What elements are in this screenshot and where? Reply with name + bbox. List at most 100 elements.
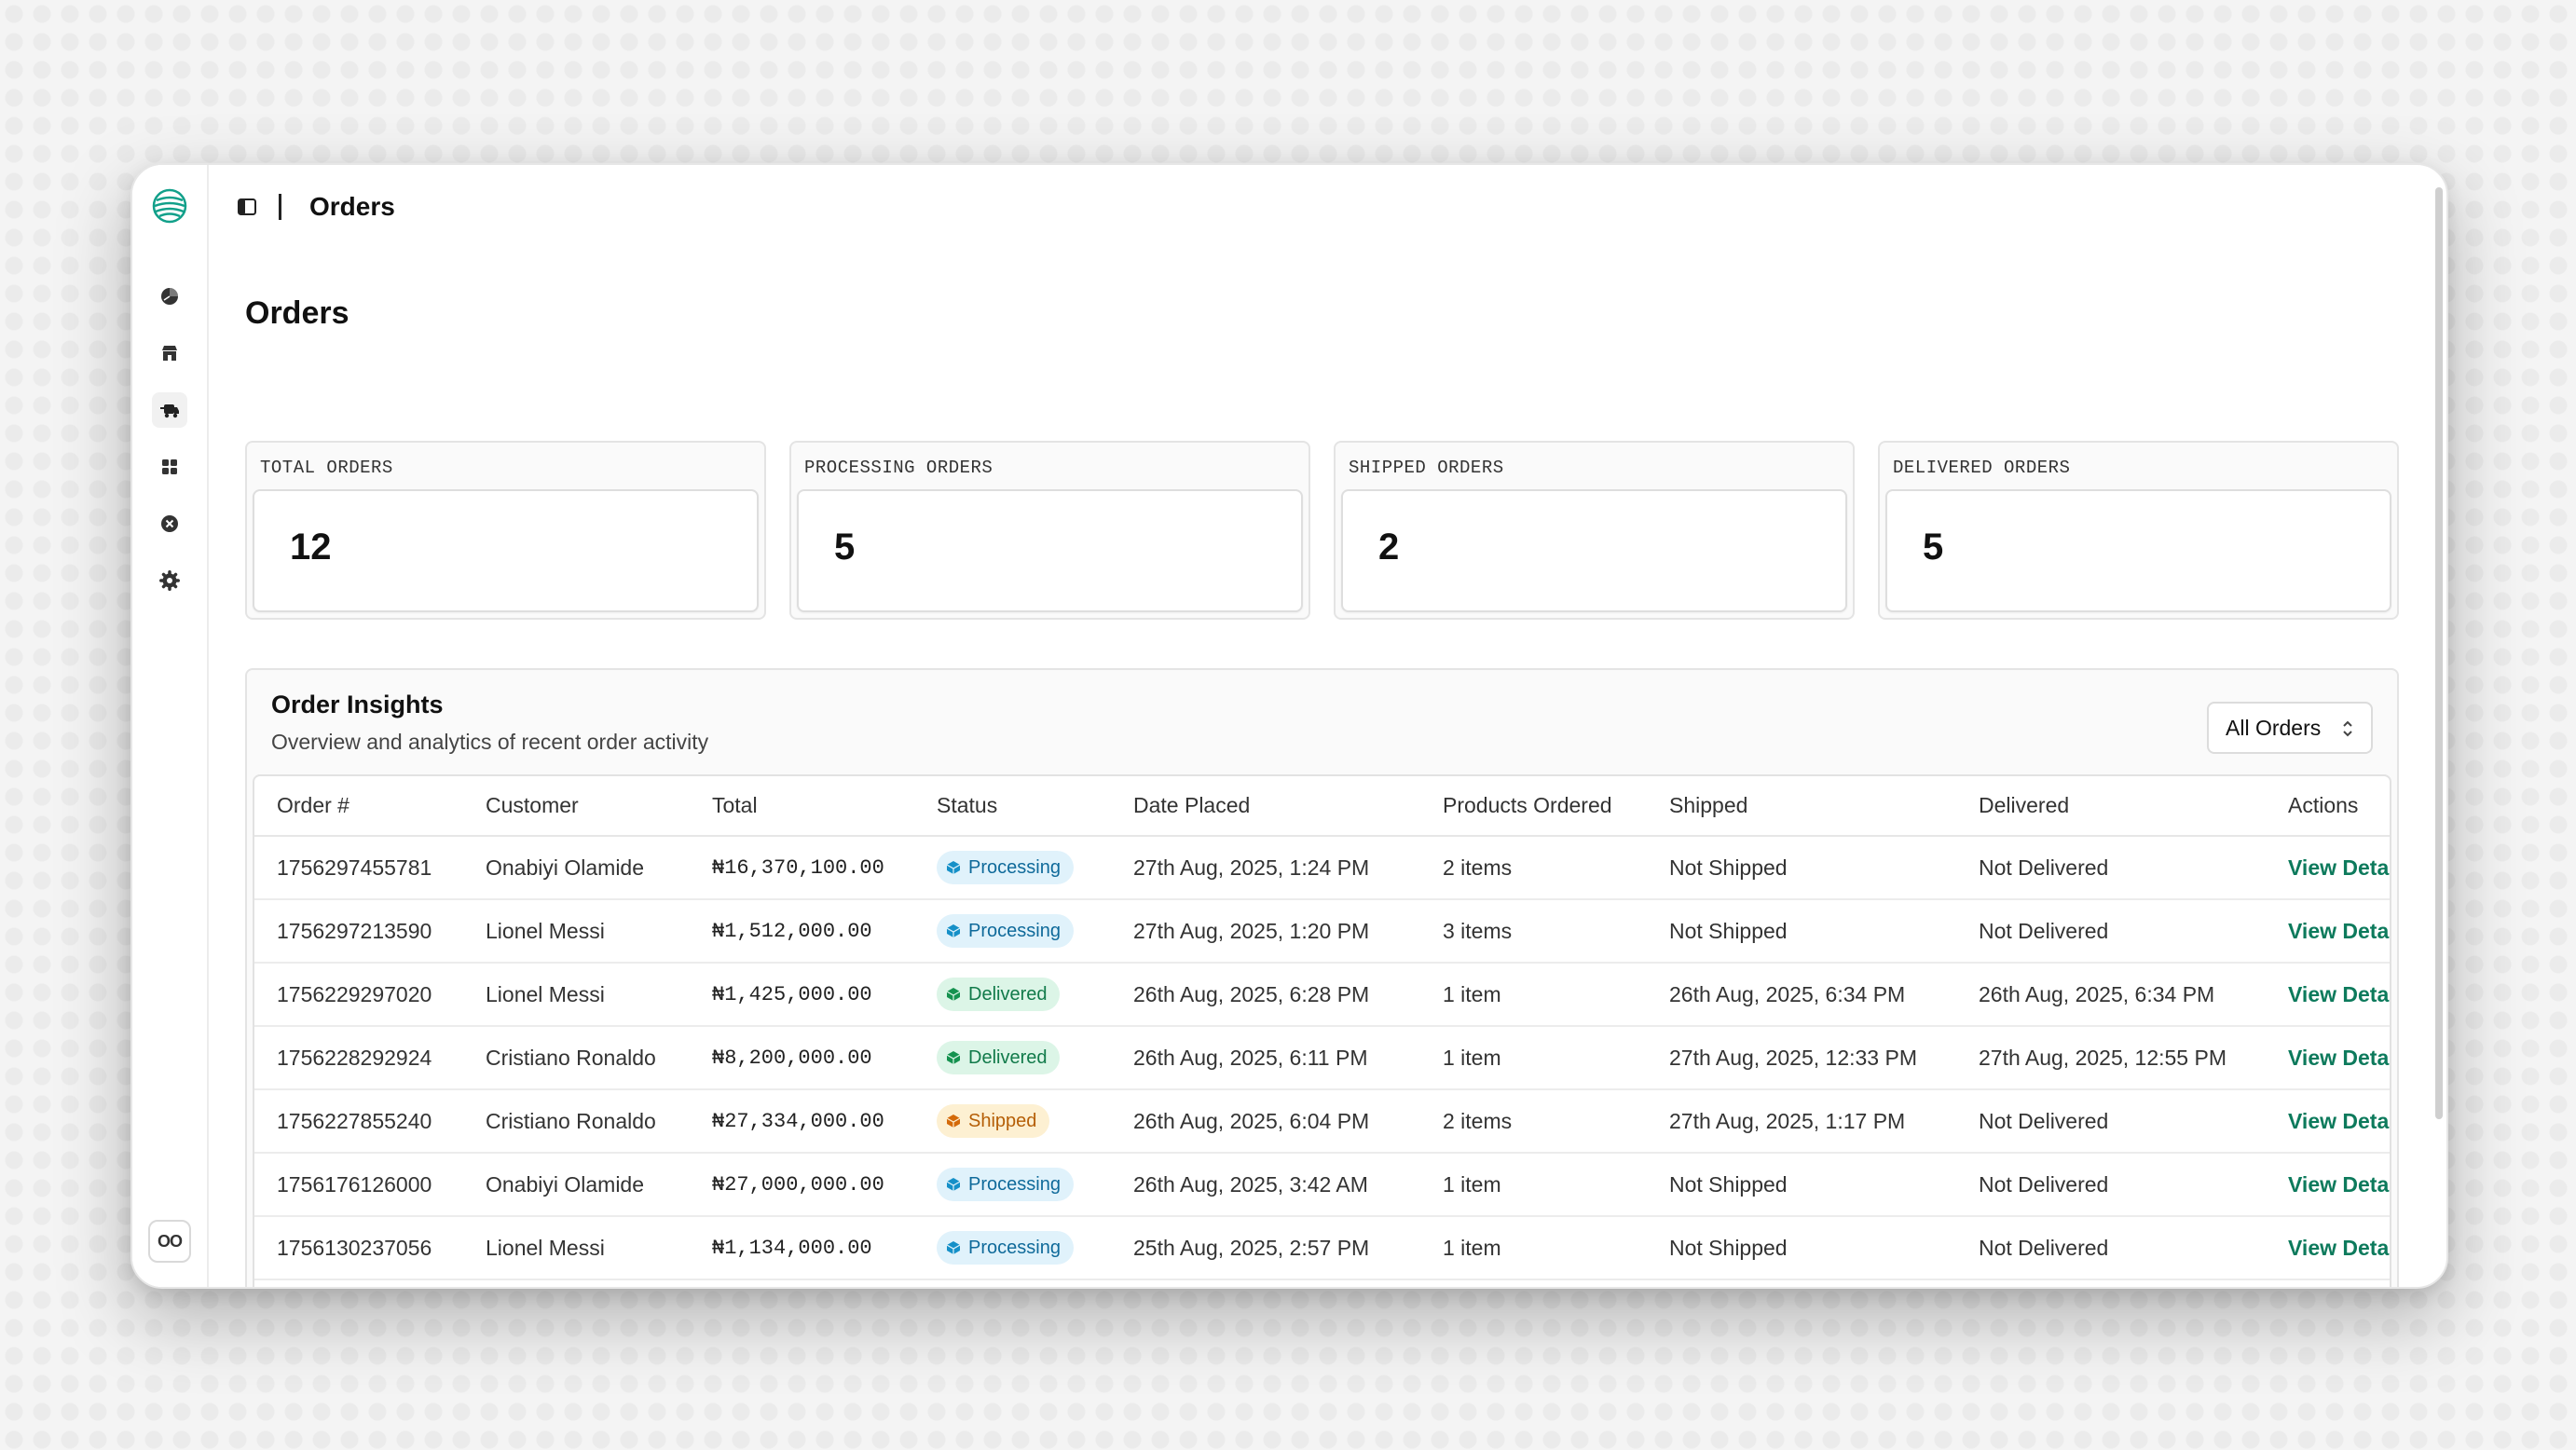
shipped-date: 27th Aug, 2025, 1:17 PM <box>1647 1089 1956 1154</box>
status-cell: Processing <box>914 899 1111 964</box>
status-cell: Processing <box>914 836 1111 900</box>
view-details-link[interactable]: View Deta <box>2266 1089 2390 1154</box>
order-number: 1756130237056 <box>254 1216 463 1280</box>
gear-icon[interactable] <box>152 563 187 598</box>
main-content: Orders TOTAL ORDERS 12 PROCESSING ORDERS… <box>209 249 2446 1287</box>
truck-icon[interactable] <box>152 392 187 428</box>
column-header[interactable]: Customer <box>463 776 690 837</box>
view-details-link[interactable]: View Deta <box>2266 1279 2390 1287</box>
stat-box: 5 <box>1885 489 2391 612</box>
view-details-link[interactable]: View Deta <box>2266 899 2390 964</box>
user-avatar[interactable]: OO <box>148 1220 191 1263</box>
date-placed: 26th Aug, 2025, 6:11 PM <box>1111 1026 1420 1090</box>
package-icon <box>946 1177 961 1192</box>
view-details-link[interactable]: View Deta <box>2266 1216 2390 1280</box>
products-ordered: 1 item <box>1420 963 1647 1027</box>
products-ordered: 1 item <box>1420 1153 1647 1217</box>
view-details-link[interactable]: View Deta <box>2266 963 2390 1027</box>
status-label: Processing <box>968 1237 1061 1258</box>
stat-value: 2 <box>1378 527 1400 568</box>
delivered-date: Not Delivered <box>1956 899 2266 964</box>
stat-card-total: TOTAL ORDERS 12 <box>245 441 766 620</box>
status-cell: Delivered <box>914 963 1111 1027</box>
date-placed: 24th Aug, 2025, 5:41 PM <box>1111 1279 1420 1287</box>
table-row[interactable]: 1756228292924 Cristiano Ronaldo ₦8,200,000… <box>254 1026 2390 1090</box>
table-row[interactable]: 1756130237056 Lionel Messi ₦1,134,000.00 Pr… <box>254 1216 2390 1280</box>
order-number: 1756229297020 <box>254 963 463 1027</box>
grid-icon[interactable] <box>152 449 187 485</box>
order-total: ₦1,134,000.00 <box>690 1216 914 1280</box>
customer-name: Onabiyi Olamide <box>463 1279 690 1287</box>
package-icon <box>946 1240 961 1255</box>
date-placed: 25th Aug, 2025, 2:57 PM <box>1111 1216 1420 1280</box>
stat-label: TOTAL ORDERS <box>260 458 393 478</box>
column-header[interactable]: Status <box>914 776 1111 837</box>
status-badge: Delivered <box>937 978 1061 1011</box>
view-details-link[interactable]: View Deta <box>2266 836 2390 900</box>
customer-name: Onabiyi Olamide <box>463 836 690 900</box>
package-icon <box>946 1050 961 1065</box>
customer-name: Lionel Messi <box>463 1216 690 1280</box>
column-header[interactable]: Shipped <box>1647 776 1956 837</box>
status-label: Delivered <box>968 1046 1048 1068</box>
table-row[interactable]: 1756176126000 Onabiyi Olamide ₦27,000,000.… <box>254 1153 2390 1217</box>
products-ordered: 1 item <box>1420 1026 1647 1090</box>
store-icon[interactable] <box>152 335 187 371</box>
status-badge: Processing <box>937 914 1074 948</box>
table-body: 1756297455781 Onabiyi Olamide ₦16,370,100.… <box>254 836 2390 1287</box>
stat-box: 2 <box>1341 489 1847 612</box>
column-header[interactable]: Date Placed <box>1111 776 1420 837</box>
date-placed: 26th Aug, 2025, 6:04 PM <box>1111 1089 1420 1154</box>
filter-value: All Orders <box>2226 715 2322 740</box>
logo-icon[interactable] <box>151 187 188 225</box>
delivered-date: Not Delivered <box>1956 1153 2266 1217</box>
table-row[interactable]: 1756229297020 Lionel Messi ₦1,425,000.00 De… <box>254 963 2390 1027</box>
delivered-date: Not Delivered <box>1956 1279 2266 1287</box>
shipped-date: Not Shipped <box>1647 1153 1956 1217</box>
stats-row: TOTAL ORDERS 12 PROCESSING ORDERS 5 SHIP… <box>245 441 2399 620</box>
column-header[interactable]: Order # <box>254 776 463 837</box>
column-header[interactable]: Products Ordered <box>1420 776 1647 837</box>
view-details-link[interactable]: View Deta <box>2266 1026 2390 1090</box>
sidebar-toggle-icon[interactable] <box>234 194 260 220</box>
column-header[interactable]: Delivered <box>1956 776 2266 837</box>
status-label: Delivered <box>968 983 1048 1005</box>
customer-name: Cristiano Ronaldo <box>463 1026 690 1090</box>
order-filter-select[interactable]: All Orders <box>2207 702 2373 754</box>
order-total: ₦1,512,000.00 <box>690 899 914 964</box>
shipped-date: Not Shipped <box>1647 836 1956 900</box>
stat-box: 12 <box>253 489 759 612</box>
table-row[interactable]: 1756053687213Onabiyi Olamide₦1,673,000.0… <box>254 1279 2390 1287</box>
status-label: Shipped <box>968 1110 1037 1131</box>
app-window: OO Orders Orders TOTAL ORDERS 12 PROCESS… <box>130 163 2448 1289</box>
order-total: ₦27,334,000.00 <box>690 1089 914 1154</box>
order-number: 1756053687213 <box>254 1279 463 1287</box>
order-total: ₦8,200,000.00 <box>690 1026 914 1090</box>
column-header[interactable]: Total <box>690 776 914 837</box>
x-circle-icon[interactable] <box>152 506 187 541</box>
window-scrollbar[interactable] <box>2435 187 2443 1119</box>
order-total: ₦16,370,100.00 <box>690 836 914 900</box>
status-badge: Processing <box>937 851 1074 884</box>
delivered-date: Not Delivered <box>1956 836 2266 900</box>
order-total: ₦1,673,000.00 <box>690 1279 914 1287</box>
status-cell: Processing <box>914 1153 1111 1217</box>
products-ordered: 2 items <box>1420 836 1647 900</box>
orders-table-container[interactable]: Order # Customer Total Status Date Place… <box>253 774 2391 1287</box>
pie-chart-icon[interactable] <box>152 279 187 314</box>
stat-label: PROCESSING ORDERS <box>804 458 993 478</box>
table-row[interactable]: 1756297213590 Lionel Messi ₦1,512,000.00 Pr… <box>254 899 2390 964</box>
stat-value: 12 <box>290 527 332 568</box>
order-number: 1756297455781 <box>254 836 463 900</box>
date-placed: 26th Aug, 2025, 6:28 PM <box>1111 963 1420 1027</box>
status-cell: Delivered <box>914 1026 1111 1090</box>
status-badge: Processing <box>937 1231 1074 1265</box>
column-header[interactable]: Actions <box>2266 776 2390 837</box>
table-row[interactable]: 1756297455781 Onabiyi Olamide ₦16,370,100.… <box>254 836 2390 900</box>
table-row[interactable]: 1756227855240 Cristiano Ronaldo ₦27,334,00… <box>254 1089 2390 1154</box>
stat-box: 5 <box>797 489 1303 612</box>
products-ordered: 2 items <box>1420 1279 1647 1287</box>
shipped-date: Not Shipped <box>1647 899 1956 964</box>
stat-label: DELIVERED ORDERS <box>1893 458 2071 478</box>
view-details-link[interactable]: View Deta <box>2266 1153 2390 1217</box>
